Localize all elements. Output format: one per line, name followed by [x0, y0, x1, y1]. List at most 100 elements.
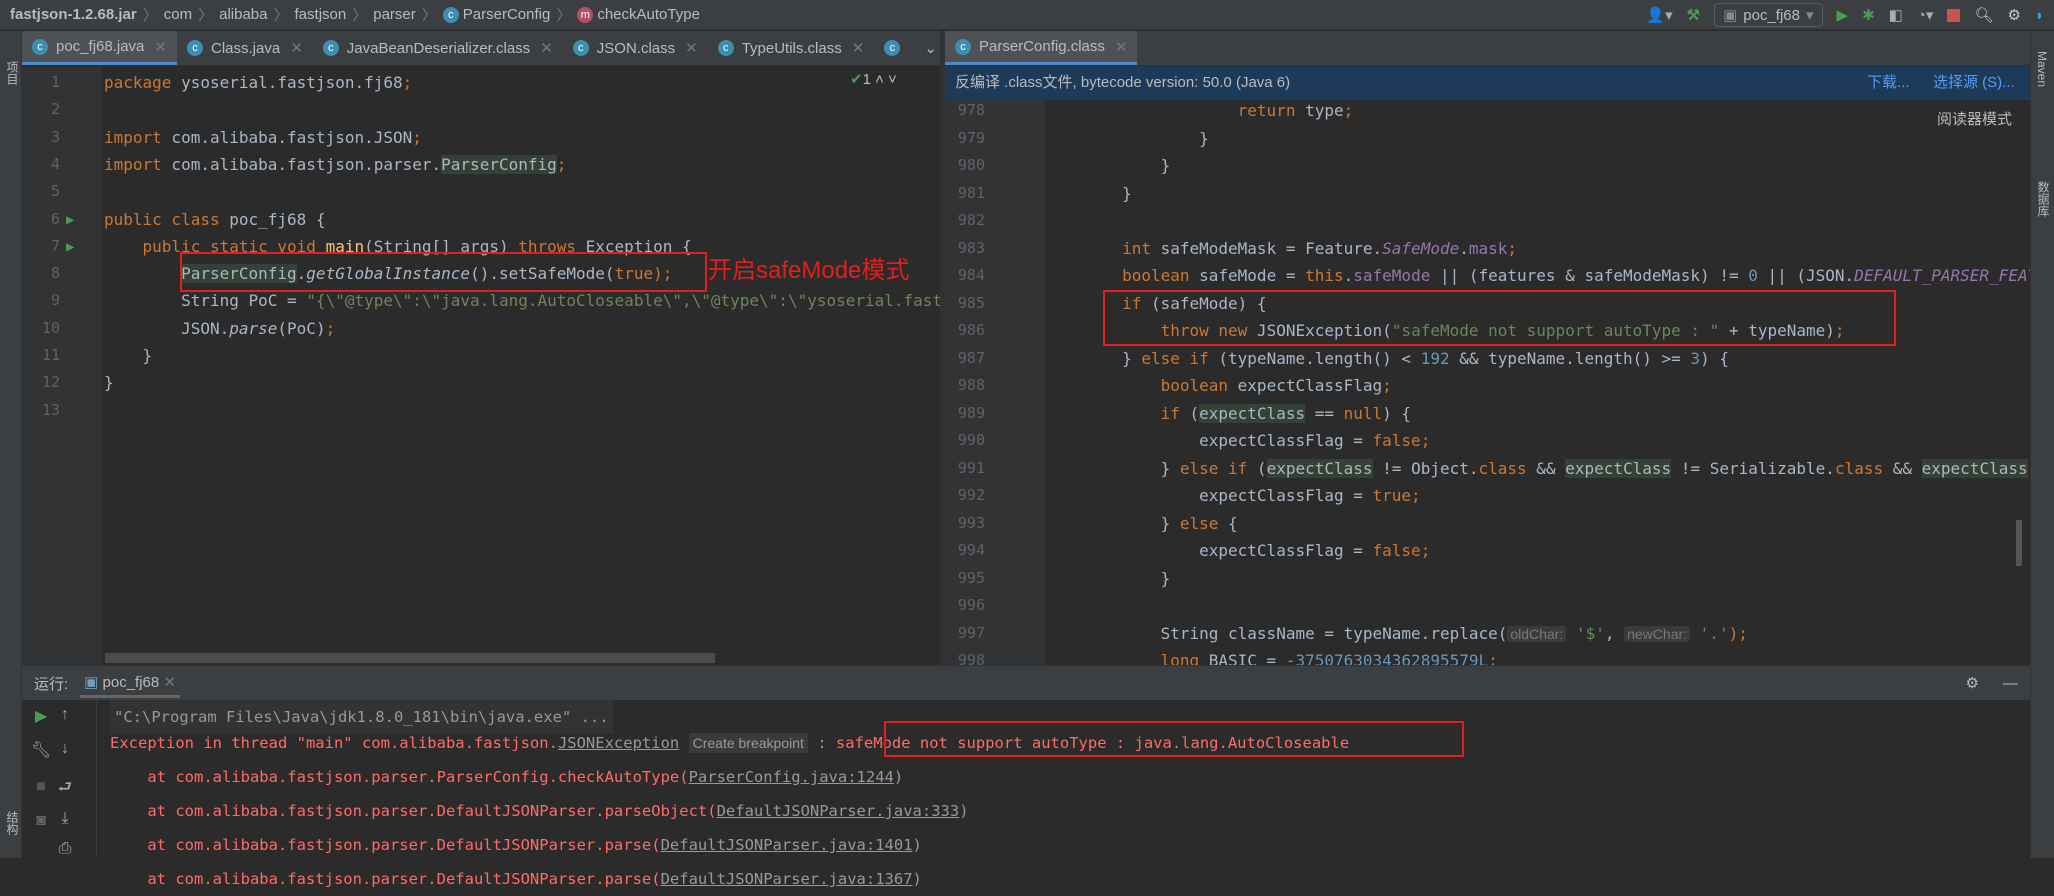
left-tool-strip: 项目 结构 — [0, 31, 22, 858]
close-icon[interactable]: ✕ — [290, 39, 303, 57]
inspection-widget[interactable]: ✔1 ˄ ˅ — [850, 70, 897, 88]
horizontal-scrollbar[interactable] — [105, 653, 715, 663]
code-token: if — [1160, 403, 1180, 423]
print-icon[interactable]: ⎙ — [50, 840, 80, 858]
breadcrumb-method[interactable]: checkAutoType — [597, 6, 700, 23]
code-token: . — [1459, 238, 1469, 258]
code-token: . — [1343, 266, 1354, 285]
breadcrumb-jar[interactable]: fastjson-1.2.68.jar — [10, 6, 137, 23]
code-token: ; — [1343, 101, 1354, 120]
tab-overflow[interactable]: c — [874, 31, 914, 65]
tab-label: Class.java — [210, 39, 281, 57]
chevron-up-icon[interactable]: ˄ — [875, 71, 884, 88]
code-token: boolean — [1122, 266, 1190, 285]
left-code-editor[interactable]: 1 package ysoserial.fastjson.fj68; 2 3 impor… — [22, 67, 981, 665]
gear-icon[interactable]: ⚙ — [1966, 674, 1979, 692]
source-link[interactable]: DefaultJSONParser.java:333 — [717, 802, 960, 820]
breadcrumb-parser[interactable]: parser — [373, 6, 416, 23]
close-icon[interactable]: ✕ — [1115, 38, 1128, 56]
breadcrumb-fastjson[interactable]: fastjson — [295, 6, 347, 23]
minimize-icon[interactable]: — — [2003, 675, 2018, 692]
breadcrumb-alibaba[interactable]: alibaba — [219, 6, 267, 23]
code-token: return — [1237, 101, 1296, 120]
run-config-icon: ▣ — [1723, 7, 1738, 24]
line-number: 9 — [50, 291, 60, 310]
code-token: false — [1372, 431, 1421, 450]
user-icon[interactable]: 👤▾ — [1646, 6, 1672, 24]
close-icon[interactable]: ✕ — [685, 39, 698, 57]
download-link[interactable]: 下载... — [1867, 66, 1910, 100]
run-icon[interactable]: ▶ — [1837, 6, 1849, 24]
choose-source-link[interactable]: 选择源 (S)... — [1933, 66, 2015, 100]
breadcrumb-class[interactable]: ParserConfig — [463, 6, 551, 23]
run-config-select[interactable]: ▣ poc_fj68 ▾ — [1714, 3, 1823, 27]
stop-icon[interactable] — [1947, 8, 1961, 22]
run-gutter-icon[interactable]: ▶ — [66, 239, 74, 255]
tab-typeutils[interactable]: c TypeUtils.class ✕ — [708, 31, 875, 65]
code-token: 0 — [1748, 266, 1758, 285]
code-token: { — [1218, 513, 1238, 533]
code-token: else if — [1179, 458, 1248, 478]
exception-class-link[interactable]: JSONException — [558, 734, 679, 752]
code-token: } — [1045, 513, 1180, 533]
breadcrumb-com[interactable]: com — [164, 6, 192, 23]
source-link[interactable]: DefaultJSONParser.java:1401 — [661, 836, 913, 854]
check-icon: ✔ — [850, 71, 863, 88]
search-icon[interactable]: 🔍︎ — [1974, 6, 1993, 24]
code-token: DEFAULT_PARSER_FEATURE — [1854, 266, 2030, 285]
vertical-scrollbar[interactable] — [2016, 520, 2022, 566]
maven-tool-button[interactable]: Maven — [2035, 51, 2049, 87]
structure-tool-button[interactable]: 结构 — [4, 811, 21, 835]
run-gutter-icon[interactable]: ▶ — [66, 212, 74, 228]
right-code-editor[interactable]: 978 return type; 979 } 980 } 981 } 982 983 in… — [945, 100, 2030, 665]
gear-icon[interactable]: ⚙ — [2007, 6, 2020, 24]
soft-wrap-icon[interactable]: ⮐ — [50, 776, 80, 803]
tab-javabeandeserializer[interactable]: c JavaBeanDeserializer.class ✕ — [313, 31, 563, 65]
arrow-up-icon[interactable]: ↑ — [50, 706, 80, 724]
code-token: ; — [1420, 541, 1431, 560]
run-tab[interactable]: ▣ poc_fj68 ✕ — [80, 669, 180, 698]
coverage-icon[interactable]: ◧ — [1889, 6, 1903, 24]
main-toolbar: 👤▾ ⚒ ▣ poc_fj68 ▾ ▶ ✱ ◧ ◔▾ 🔍︎ ⚙ ◗ — [1646, 0, 2044, 30]
source-link[interactable]: DefaultJSONParser.java:1367 — [661, 870, 913, 888]
code-token: '$' — [1575, 623, 1605, 643]
code-token: expectClass — [1266, 458, 1373, 478]
database-tool-button[interactable]: 数据库 — [2035, 181, 2052, 217]
close-icon[interactable]: ✕ — [154, 38, 167, 56]
tab-parserconfig-class[interactable]: c ParserConfig.class ✕ — [945, 31, 1138, 65]
close-icon[interactable]: ✕ — [163, 674, 176, 691]
code-token: "{\"@type\":\"java.lang.AutoCloseable\",… — [306, 291, 981, 311]
code-token: ; — [1507, 238, 1518, 258]
close-icon[interactable]: ✕ — [852, 39, 865, 57]
code-token: else if — [1141, 348, 1209, 368]
close-icon[interactable]: ✕ — [540, 39, 553, 57]
plugin-icon[interactable]: ◗ — [2035, 7, 2044, 24]
tab-poc-fj68[interactable]: c poc_fj68.java ✕ — [22, 31, 177, 65]
source-link[interactable]: ParserConfig.java:1244 — [689, 768, 894, 786]
profiler-icon[interactable]: ◔▾ — [1917, 6, 1934, 24]
debug-icon[interactable]: ✱ — [1862, 6, 1875, 24]
project-tool-button[interactable]: 项目 — [4, 61, 21, 85]
arrow-down-icon[interactable]: ↓ — [50, 740, 80, 758]
reader-mode-toggle[interactable]: 阅读器模式 — [1937, 108, 2012, 129]
tab-json-class[interactable]: c JSON.class ✕ — [563, 31, 708, 65]
code-line: boolean expectClassFlag; — [1045, 372, 1392, 399]
scroll-to-end-icon[interactable]: ⤓ — [50, 810, 80, 828]
create-breakpoint-button[interactable]: Create breakpoint — [688, 733, 808, 753]
code-token: newChar: — [1624, 625, 1691, 642]
code-line: JSON.parse(PoC); — [104, 315, 335, 342]
line-number: 978 — [957, 101, 985, 119]
chevron-down-icon[interactable]: ˅ — [888, 71, 897, 88]
tab-label: ParserConfig.class — [979, 38, 1105, 55]
tab-class-java[interactable]: c Class.java ✕ — [177, 31, 313, 65]
line-number: 980 — [957, 156, 985, 174]
code-token: 3 — [1690, 348, 1701, 368]
code-token: != Serializable. — [1671, 458, 1835, 478]
build-hammer-icon[interactable]: ⚒ — [1687, 6, 1700, 24]
code-token: -3750763034362895579L — [1285, 651, 1489, 665]
code-token: ParserConfig — [441, 154, 557, 174]
code-token: && — [1526, 458, 1566, 478]
